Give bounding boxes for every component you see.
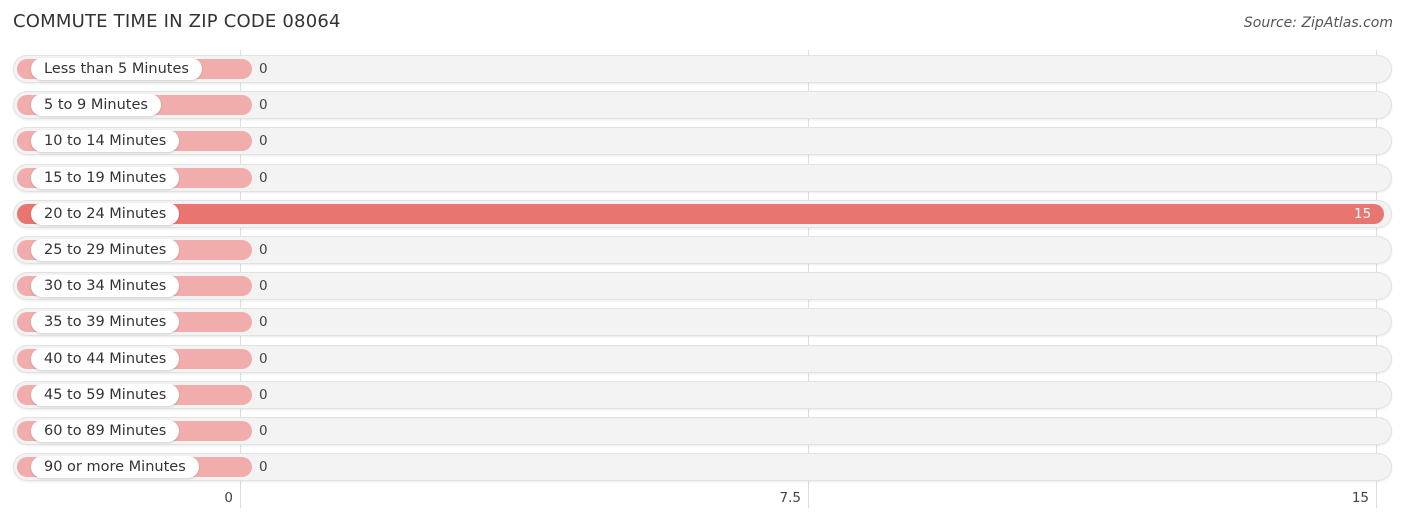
value-label: 0 xyxy=(259,459,268,476)
category-label: 5 to 9 Minutes xyxy=(31,94,161,117)
bar[interactable] xyxy=(17,203,1384,224)
value-label: 0 xyxy=(259,242,268,258)
category-label: 25 to 29 Minutes xyxy=(31,239,180,261)
bar-row: 20 to 24 Minutes 15 xyxy=(13,199,1392,228)
value-label: 0 xyxy=(259,386,268,403)
x-tick-label: 0 xyxy=(224,490,233,506)
x-tick-label: 7.5 xyxy=(779,490,801,506)
bar-row: 60 to 89 Minutes 0 xyxy=(13,417,1392,445)
category-label: 40 to 44 Minutes xyxy=(31,347,180,370)
chart-title: COMMUTE TIME IN ZIP CODE 08064 xyxy=(13,11,341,32)
bar-row: 10 to 14 Minutes 0 xyxy=(13,127,1392,156)
value-label: 0 xyxy=(259,169,268,186)
value-label: 0 xyxy=(259,61,268,77)
bar-row: 15 to 19 Minutes 0 xyxy=(13,163,1392,192)
bar-row: 30 to 34 Minutes 0 xyxy=(13,272,1392,301)
category-label: 35 to 39 Minutes xyxy=(31,311,180,334)
bar-row: 40 to 44 Minutes 0 xyxy=(13,344,1392,373)
bar-row: 45 to 59 Minutes 0 xyxy=(13,380,1392,409)
category-label: 90 or more Minutes xyxy=(31,456,199,479)
value-label: 0 xyxy=(259,133,268,150)
category-label: 10 to 14 Minutes xyxy=(31,130,180,153)
value-label: 0 xyxy=(259,278,268,295)
x-tick-label: 15 xyxy=(1351,490,1369,506)
value-label: 15 xyxy=(1354,205,1372,222)
bar-row: 90 or more Minutes 0 xyxy=(13,453,1392,482)
value-label: 0 xyxy=(259,314,268,331)
bar-row: 5 to 9 Minutes 0 xyxy=(13,91,1392,120)
category-label: 15 to 19 Minutes xyxy=(31,166,180,189)
chart-source: Source: ZipAtlas.com xyxy=(1243,15,1393,31)
category-label: 60 to 89 Minutes xyxy=(31,420,180,442)
value-label: 0 xyxy=(259,97,268,114)
category-label: Less than 5 Minutes xyxy=(31,58,202,80)
category-label: 30 to 34 Minutes xyxy=(31,275,180,298)
value-label: 0 xyxy=(259,350,268,367)
bar-row: 35 to 39 Minutes 0 xyxy=(13,308,1392,337)
category-label: 45 to 59 Minutes xyxy=(31,383,180,406)
category-label: 20 to 24 Minutes xyxy=(31,202,180,225)
value-label: 0 xyxy=(259,423,268,439)
bar-row: 25 to 29 Minutes 0 xyxy=(13,236,1392,264)
bar-row: Less than 5 Minutes 0 xyxy=(13,55,1392,83)
